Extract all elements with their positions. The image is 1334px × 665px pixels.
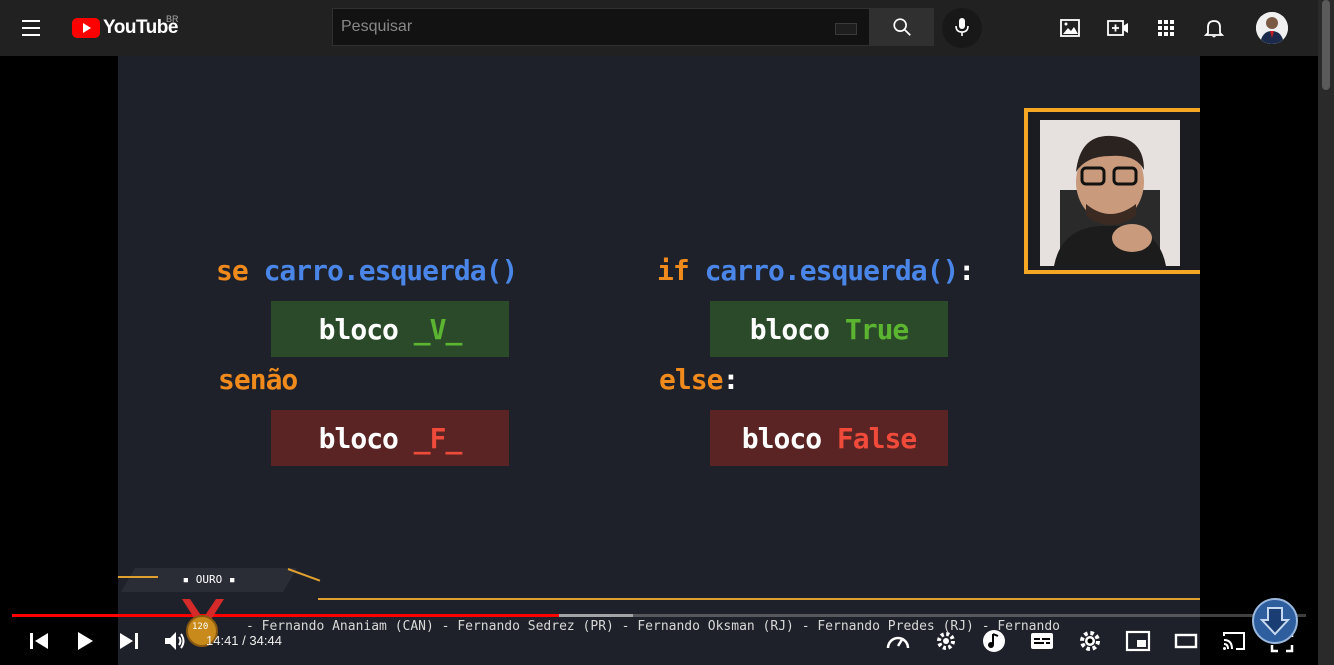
current-time: 14:41 <box>206 633 239 648</box>
ouro-badge: ▪ OURO ▪ <box>121 568 297 592</box>
microphone-icon <box>955 18 969 36</box>
youtube-logo[interactable]: YouTube <box>72 16 178 40</box>
music-button[interactable] <box>981 628 1007 654</box>
theater-icon <box>1174 633 1198 649</box>
presenter-webcam <box>1040 120 1180 266</box>
scrollbar-thumb[interactable] <box>1322 0 1330 90</box>
next-button[interactable] <box>116 628 142 654</box>
cast-icon <box>1223 632 1245 650</box>
left-else-line: senão <box>218 363 298 396</box>
keyboard-icon[interactable] <box>835 23 857 35</box>
skip-next-icon <box>120 633 138 649</box>
menu-icon <box>22 20 40 22</box>
playback-speed-button[interactable] <box>885 628 911 654</box>
page-scrollbar[interactable] <box>1318 0 1334 665</box>
right-else-keyword: else <box>659 363 723 396</box>
left-false-block: bloco _F_ <box>271 410 509 466</box>
decor-line <box>118 576 158 578</box>
right-condition: carro.esquerda() <box>704 254 960 287</box>
guide-menu-button[interactable] <box>22 17 50 39</box>
left-condition: carro.esquerda() <box>263 254 519 287</box>
music-note-icon <box>983 630 1005 652</box>
progress-played <box>12 614 560 617</box>
notifications-bell-icon[interactable] <box>1202 16 1226 40</box>
search-button[interactable] <box>870 8 934 46</box>
left-if-line: se carro.esquerda() <box>216 254 519 287</box>
youtube-play-icon <box>72 18 100 38</box>
play-button[interactable] <box>72 628 98 654</box>
arrow-down-icon <box>1259 607 1291 636</box>
play-icon <box>78 632 93 650</box>
mute-button[interactable] <box>162 628 188 654</box>
apps-grid-icon[interactable] <box>1154 16 1178 40</box>
scroll-down-button[interactable] <box>1252 598 1298 644</box>
image-icon[interactable] <box>1058 16 1082 40</box>
video-player[interactable]: se carro.esquerda() bloco _V_ senão bloc… <box>118 56 1200 665</box>
skip-previous-icon <box>30 633 48 649</box>
webcam-overlay <box>1024 108 1200 274</box>
decor-line <box>318 598 1200 600</box>
right-true-block: bloco True <box>710 301 948 357</box>
search-box <box>332 8 870 46</box>
speedometer-icon <box>886 636 910 649</box>
avatar[interactable] <box>1256 12 1288 44</box>
masthead: YouTube BR <box>0 0 1318 56</box>
left-true-block: bloco _V_ <box>271 301 509 357</box>
settings-icon <box>1080 631 1100 651</box>
left-if-keyword: se <box>216 254 249 287</box>
time-display: 14:41 / 34:44 <box>206 633 282 648</box>
previous-button[interactable] <box>26 628 52 654</box>
country-code: BR <box>166 14 179 24</box>
search-icon <box>893 18 911 36</box>
duration: 34:44 <box>249 633 282 648</box>
settings-gear-button[interactable] <box>933 628 959 654</box>
right-if-line: if carro.esquerda(): <box>657 254 975 287</box>
cast-button[interactable] <box>1221 628 1247 654</box>
medal-number: 120 <box>192 622 209 632</box>
right-if-keyword: if <box>657 254 690 287</box>
left-else-keyword: senão <box>218 363 298 396</box>
settings-button[interactable] <box>1077 628 1103 654</box>
right-else-line: else: <box>659 363 739 396</box>
volume-icon <box>165 632 185 650</box>
right-false-block: bloco False <box>710 410 948 466</box>
create-video-icon[interactable] <box>1106 16 1130 40</box>
gear-icon <box>937 632 955 650</box>
miniplayer-icon <box>1125 630 1151 652</box>
miniplayer-button[interactable] <box>1125 628 1151 654</box>
voice-search-button[interactable] <box>942 8 982 48</box>
theater-mode-button[interactable] <box>1173 628 1199 654</box>
subtitles-button[interactable] <box>1029 628 1055 654</box>
supporters-ticker: - Fernando Ananiam (CAN) - Fernando Sedr… <box>246 619 1060 634</box>
search-input[interactable] <box>339 17 823 37</box>
subtitles-icon <box>1031 633 1053 649</box>
